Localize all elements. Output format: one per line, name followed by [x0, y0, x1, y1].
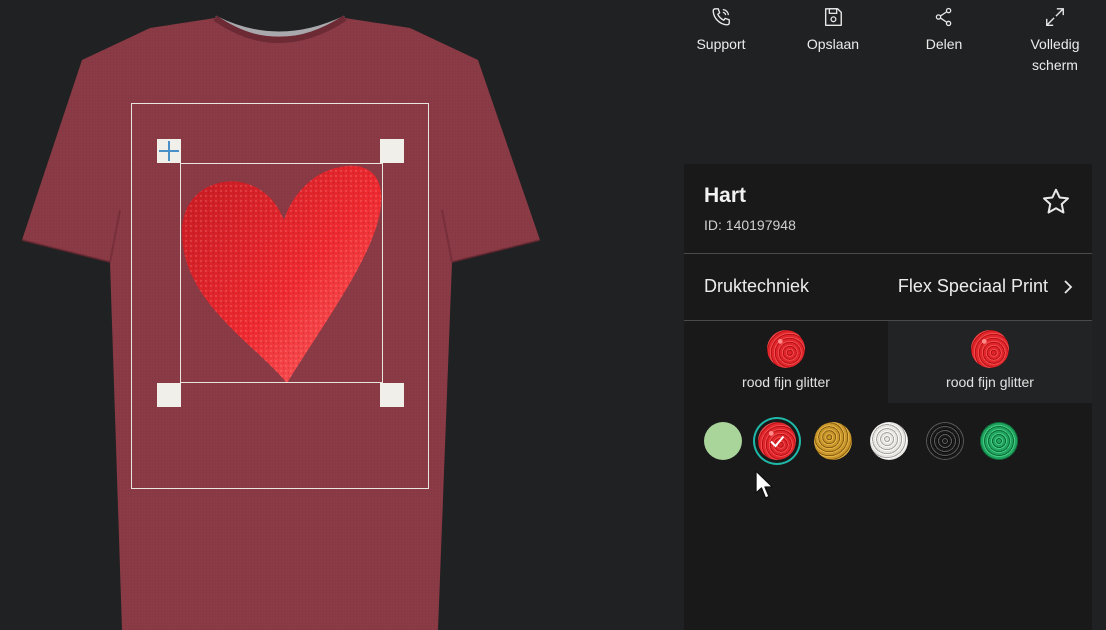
support-label: Support: [696, 36, 746, 52]
swatch-green-glitter[interactable]: [980, 422, 1018, 460]
save-button[interactable]: Opslaan: [778, 6, 888, 55]
design-header: Hart ID: 140197948: [684, 164, 1092, 254]
top-toolbar: Support Opslaan Delen Volledig scherm: [666, 0, 1106, 90]
fullscreen-button[interactable]: Volledig scherm: [1000, 6, 1106, 76]
design-title: Hart: [704, 184, 747, 207]
swatch-silver-glitter[interactable]: [870, 422, 908, 460]
color-layer-tab-1[interactable]: rood fijn glitter: [684, 321, 888, 403]
red-glitter-swatch-icon: [971, 330, 1009, 368]
resize-handle-bottom-right[interactable]: [380, 383, 404, 407]
support-button[interactable]: Support: [666, 6, 776, 55]
share-label: Delen: [925, 36, 963, 52]
design-settings-panel: Hart ID: 140197948 Druktechniek Flex Spe…: [684, 164, 1092, 630]
chevron-right-icon: [1064, 280, 1073, 294]
technique-label: Druktechniek: [704, 276, 810, 296]
red-glitter-swatch-icon: [767, 330, 805, 368]
design-selection-box[interactable]: [180, 163, 383, 383]
move-handle[interactable]: [157, 139, 181, 163]
check-icon: [770, 435, 785, 448]
color-layer-tab-2[interactable]: rood fijn glitter: [888, 321, 1092, 403]
share-button[interactable]: Delen: [889, 6, 999, 55]
color-swatch-list: [684, 420, 1092, 468]
technique-value: Flex Speciaal Print: [897, 276, 1048, 296]
color-layer-label: rood fijn glitter: [946, 374, 1034, 390]
phone-icon: [712, 8, 730, 26]
print-technique-row[interactable]: Druktechniek Flex Speciaal Print: [684, 254, 1092, 321]
mouse-cursor-icon: [755, 470, 774, 499]
share-icon: [935, 7, 952, 27]
save-label: Opslaan: [806, 36, 860, 52]
resize-handle-top-right[interactable]: [380, 139, 404, 163]
swatch-gold-glitter[interactable]: [814, 422, 852, 460]
star-icon[interactable]: [1040, 186, 1072, 218]
fullscreen-icon: [1046, 8, 1064, 26]
save-icon: [824, 8, 842, 26]
swatch-red-glitter[interactable]: [758, 422, 796, 460]
color-layer-tabs: rood fijn glitter rood fijn glitter: [684, 321, 1092, 403]
design-id: ID: 140197948: [704, 217, 796, 233]
swatch-light-green[interactable]: [704, 422, 742, 460]
product-preview: [0, 0, 560, 630]
swatch-black-glitter[interactable]: [926, 422, 964, 460]
resize-handle-bottom-left[interactable]: [157, 383, 181, 407]
fullscreen-label: Volledig scherm: [1030, 36, 1080, 73]
color-layer-label: rood fijn glitter: [742, 374, 830, 390]
